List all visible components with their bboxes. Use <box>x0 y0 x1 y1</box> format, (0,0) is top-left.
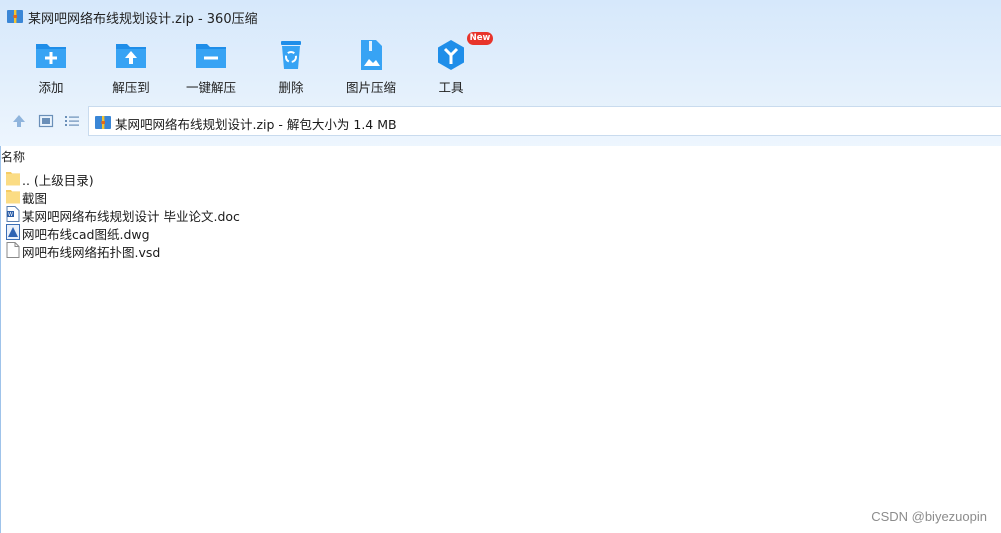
blank-file-icon <box>6 242 20 258</box>
list-item[interactable]: 截图 <box>4 187 404 206</box>
add-folder-icon <box>36 44 66 68</box>
up-arrow-icon[interactable] <box>11 113 27 129</box>
svg-text:W: W <box>8 212 13 218</box>
image-compress-icon <box>361 40 382 70</box>
window-header: 某网吧网络布线规划设计.zip - 360压缩 添加 解压到 一键解压 删除 图… <box>0 0 1001 150</box>
address-path: 某网吧网络布线规划设计.zip - 解包大小为 1.4 MB <box>115 117 397 132</box>
delete-label: 删除 <box>278 80 304 95</box>
add-button[interactable]: 添加 <box>11 34 91 98</box>
list-item[interactable]: 网吧布线cad图纸.dwg <box>4 223 404 242</box>
one-click-extract-button[interactable]: 一键解压 <box>171 34 251 98</box>
new-badge: New <box>467 32 493 45</box>
list-item[interactable]: 网吧布线网络拓扑图.vsd <box>4 241 404 260</box>
window-title: 某网吧网络布线规划设计.zip - 360压缩 <box>28 12 258 27</box>
title-bar: 某网吧网络布线规划设计.zip - 360压缩 <box>0 0 1001 32</box>
list-item[interactable]: W 某网吧网络布线规划设计 毕业论文.doc <box>4 205 404 224</box>
one-click-extract-icon <box>196 44 226 68</box>
folder-icon <box>6 190 20 204</box>
item-name: 网吧布线网络拓扑图.vsd <box>22 245 161 260</box>
folder-icon <box>6 172 20 186</box>
delete-button[interactable]: 删除 <box>251 34 331 98</box>
list-view-icon[interactable] <box>64 113 80 129</box>
tools-label: 工具 <box>438 80 464 95</box>
address-row: 某网吧网络布线规划设计.zip - 解包大小为 1.4 MB <box>0 106 1001 136</box>
add-label: 添加 <box>38 80 64 95</box>
extract-to-icon <box>116 44 146 68</box>
recycle-bin-icon <box>281 41 301 69</box>
zip-file-icon <box>95 116 111 129</box>
watermark: CSDN @biyezuopin <box>871 509 987 524</box>
zip-app-icon <box>7 10 23 23</box>
extract-to-label: 解压到 <box>112 80 150 95</box>
word-doc-icon: W <box>6 206 20 222</box>
tools-button[interactable]: New 工具 <box>411 32 493 98</box>
thumbnail-view-icon[interactable] <box>38 113 54 129</box>
column-header-name[interactable]: 名称 <box>1 148 25 165</box>
address-bar[interactable]: 某网吧网络布线规划设计.zip - 解包大小为 1.4 MB <box>88 106 1001 136</box>
extract-to-button[interactable]: 解压到 <box>91 34 171 98</box>
image-compress-label: 图片压缩 <box>345 80 396 95</box>
list-item[interactable]: .. (上级目录) <box>4 169 404 188</box>
dwg-file-icon <box>6 224 20 240</box>
one-click-extract-label: 一键解压 <box>185 80 236 95</box>
image-compress-button[interactable]: 图片压缩 <box>331 34 411 98</box>
main-toolbar: 添加 解压到 一键解压 删除 图片压缩 New 工具 <box>0 32 1001 100</box>
tools-icon <box>438 40 464 70</box>
file-list[interactable]: 名称 .. (上级目录) 截图 W 某网吧网络布线规划设计 毕业论文.doc 网… <box>0 146 1001 533</box>
